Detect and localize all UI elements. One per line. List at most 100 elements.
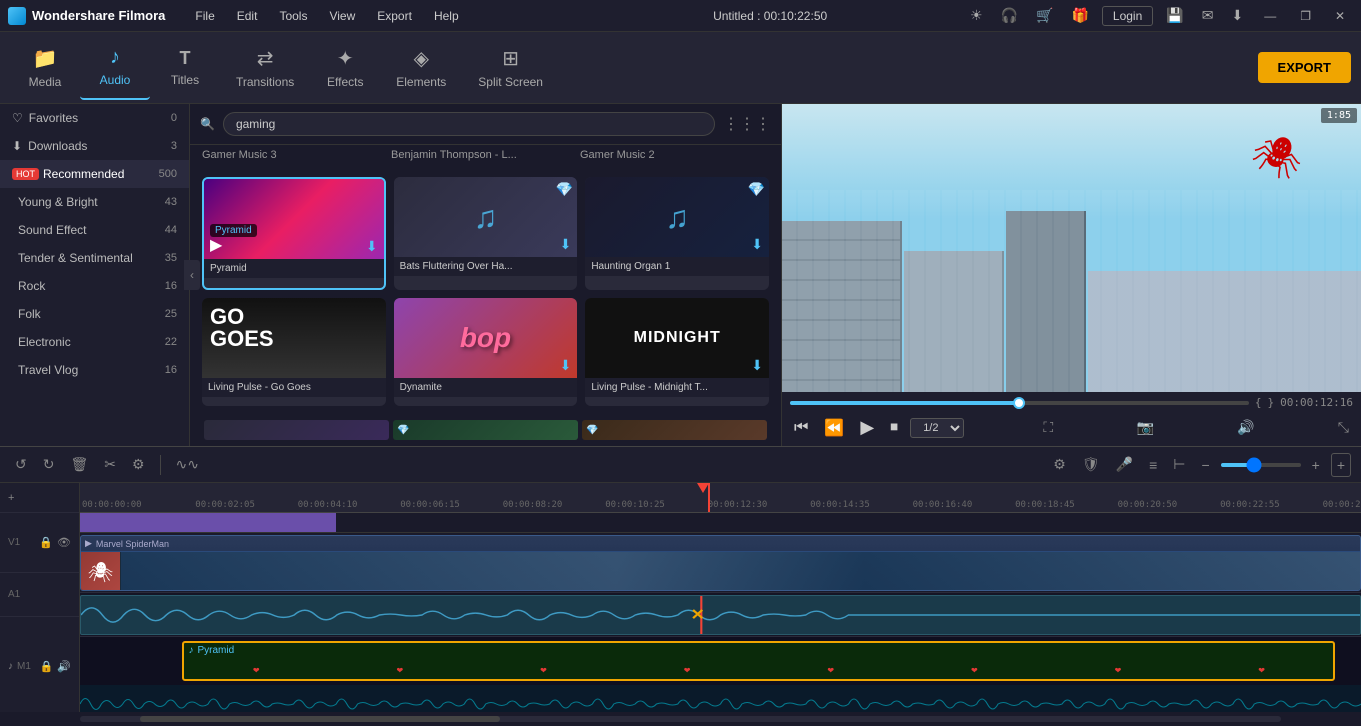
audio-card-bats[interactable]: ♫ 💎 ⬇ Bats Fluttering Over Ha... [394, 177, 578, 290]
sidebar-item-travel-vlog[interactable]: Travel Vlog 16 [0, 356, 189, 384]
zoom-slider[interactable] [1221, 463, 1301, 467]
scrollbar-track[interactable] [80, 716, 1281, 722]
audio-card-go-goes[interactable]: GOGOES Living Pulse - Go Goes [202, 298, 386, 407]
add-icon[interactable]: + [8, 492, 14, 504]
download-icon-4[interactable]: ⬇ [560, 357, 572, 374]
zoom-out-icon[interactable]: − [1196, 454, 1214, 476]
audio-browser: 🔍 ⋮⋮⋮ Gamer Music 3 Benjamin Thompson - … [190, 104, 781, 446]
search-input[interactable] [223, 112, 715, 136]
screenshot-icon[interactable]: 📷 [1132, 417, 1157, 438]
tool-split-screen[interactable]: ⊞ Split Screen [462, 36, 559, 100]
sidebar-item-recommended[interactable]: HOT Recommended 500 [0, 160, 189, 188]
layout-icon[interactable]: ≡ [1144, 454, 1162, 476]
download-icon[interactable]: ⬇ [366, 238, 378, 255]
scrollbar-thumb[interactable] [140, 716, 500, 722]
add-track-button[interactable]: + [1331, 453, 1351, 477]
lock-icon[interactable]: 🔒 [39, 536, 53, 549]
video-clip-spiderman[interactable]: ▶ Marvel SpiderMan 🕷 [80, 535, 1361, 591]
menu-tools[interactable]: Tools [269, 5, 317, 27]
search-bar: 🔍 ⋮⋮⋮ [190, 104, 781, 145]
sidebar-item-rock[interactable]: Rock 16 [0, 272, 189, 300]
settings-button[interactable]: ⚙ [127, 453, 150, 476]
cut-button[interactable]: ✂ [99, 453, 121, 476]
elements-icon: ◈ [414, 46, 429, 71]
sidebar-collapse-arrow[interactable]: ‹ [184, 260, 200, 290]
gift-icon[interactable]: 🎁 [1066, 5, 1093, 26]
time-ruler: 00:00:00:00 00:00:02:05 00:00:04:10 00:0… [80, 483, 1361, 513]
progress-bar[interactable] [790, 401, 1249, 405]
tool-audio[interactable]: ♪ Audio [80, 36, 150, 100]
sidebar-item-folk[interactable]: Folk 25 [0, 300, 189, 328]
playhead[interactable] [708, 483, 710, 513]
zoom-in-icon[interactable]: + [1307, 454, 1325, 476]
sun-icon[interactable]: ☀ [965, 5, 988, 26]
electronic-count: 22 [165, 336, 177, 348]
menu-view[interactable]: View [319, 5, 365, 27]
sidebar-item-electronic[interactable]: Electronic 22 [0, 328, 189, 356]
volume-icon-track[interactable]: 🔊 [57, 660, 71, 673]
login-button[interactable]: Login [1102, 6, 1153, 26]
preview-area: 🕷 1:85 { } 00:00:12:16 ⏮ ⏪ ▶ ⏹ [781, 104, 1361, 446]
mic-icon[interactable]: 🎤 [1111, 453, 1138, 476]
menu-help[interactable]: Help [424, 5, 469, 27]
grid-view-icon[interactable]: ⋮⋮⋮ [723, 114, 771, 134]
download-icon[interactable]: ⬇ [1226, 5, 1248, 26]
eye-icon[interactable]: 👁 [57, 536, 71, 549]
menu-edit[interactable]: Edit [227, 5, 268, 27]
audio-card-title-1: Gamer Music 3 [202, 145, 391, 165]
sidebar-item-tender[interactable]: Tender & Sentimental 35 [0, 244, 189, 272]
audio-card-haunting[interactable]: ♫ 💎 ⬇ Haunting Organ 1 [585, 177, 769, 290]
redo-button[interactable]: ↻ [38, 453, 60, 476]
folk-count: 25 [165, 308, 177, 320]
headphone-icon[interactable]: 🎧 [996, 5, 1023, 26]
tool-media-label: Media [29, 75, 62, 89]
beat-6: ❤ [971, 666, 978, 675]
restore-button[interactable]: ❐ [1292, 7, 1319, 25]
title-clip[interactable] [80, 513, 336, 532]
fullscreen-icon[interactable]: ⛶ [1039, 417, 1057, 438]
audio-card-dynamite[interactable]: bop ⬇ Dynamite [394, 298, 578, 407]
audio-card-midnight[interactable]: MIDNIGHT ⬇ Living Pulse - Midnight T... [585, 298, 769, 407]
track-headers: + V1 🔒 👁 A1 ♪ M1 🔒 🔊 [0, 483, 80, 712]
shield-icon[interactable]: 🛡 [1077, 453, 1105, 476]
menu-export[interactable]: Export [367, 5, 422, 27]
lock-icon-2[interactable]: 🔒 [40, 660, 54, 673]
ruler-mark-6: 00:00:12:30 [708, 500, 768, 510]
skip-back-button[interactable]: ⏮ [790, 417, 812, 439]
settings-icon-2[interactable]: ⚙ [1048, 453, 1071, 476]
sidebar-item-sound-effect[interactable]: Sound Effect 44 [0, 216, 189, 244]
video-track-number: V1 [8, 537, 20, 548]
tool-effects[interactable]: ✦ Effects [310, 36, 380, 100]
audio-wave-button[interactable]: ∿∿ [171, 453, 204, 476]
tool-transitions[interactable]: ⇄ Transitions [220, 36, 310, 100]
tool-media[interactable]: 📁 Media [10, 36, 80, 100]
tool-elements[interactable]: ◈ Elements [380, 36, 462, 100]
close-button[interactable]: ✕ [1327, 7, 1353, 25]
step-back-button[interactable]: ⏪ [820, 416, 848, 440]
sidebar-item-young-bright[interactable]: Young & Bright 43 [0, 188, 189, 216]
split-icon[interactable]: ⊢ [1168, 453, 1190, 476]
download-icon-5[interactable]: ⬇ [751, 357, 763, 374]
expand-icon[interactable]: ⤡ [1334, 417, 1353, 438]
building-2 [904, 251, 1004, 392]
page-selector[interactable]: 1/2 [910, 418, 964, 438]
undo-button[interactable]: ↺ [10, 453, 32, 476]
audio-card-pyramid[interactable]: Pyramid ▶ ⬇ Pyramid [202, 177, 386, 290]
download-icon-3[interactable]: ⬇ [751, 236, 763, 253]
sidebar-item-favorites[interactable]: ♡ Favorites 0 [0, 104, 189, 132]
cart-icon[interactable]: 🛒 [1031, 5, 1058, 26]
volume-icon[interactable]: 🔊 [1233, 417, 1258, 438]
music-clip-pyramid[interactable]: ♪ Pyramid ❤ ❤ ❤ ❤ ❤ ❤ ❤ ❤ [182, 641, 1335, 681]
audio-waveform-clip[interactable]: ✕ [80, 595, 1361, 635]
export-button[interactable]: EXPORT [1258, 52, 1351, 83]
save-icon[interactable]: 💾 [1161, 5, 1188, 26]
delete-button[interactable]: 🗑 [65, 453, 93, 476]
minimize-button[interactable]: — [1256, 7, 1284, 25]
tool-titles[interactable]: T Titles [150, 36, 220, 100]
stop-button[interactable]: ⏹ [886, 417, 902, 439]
menu-file[interactable]: File [185, 5, 224, 27]
sidebar-item-downloads[interactable]: ⬇ Downloads 3 [0, 132, 189, 160]
play-button[interactable]: ▶ [856, 415, 878, 440]
mail-icon[interactable]: ✉ [1197, 5, 1219, 26]
download-icon-2[interactable]: ⬇ [560, 236, 572, 253]
